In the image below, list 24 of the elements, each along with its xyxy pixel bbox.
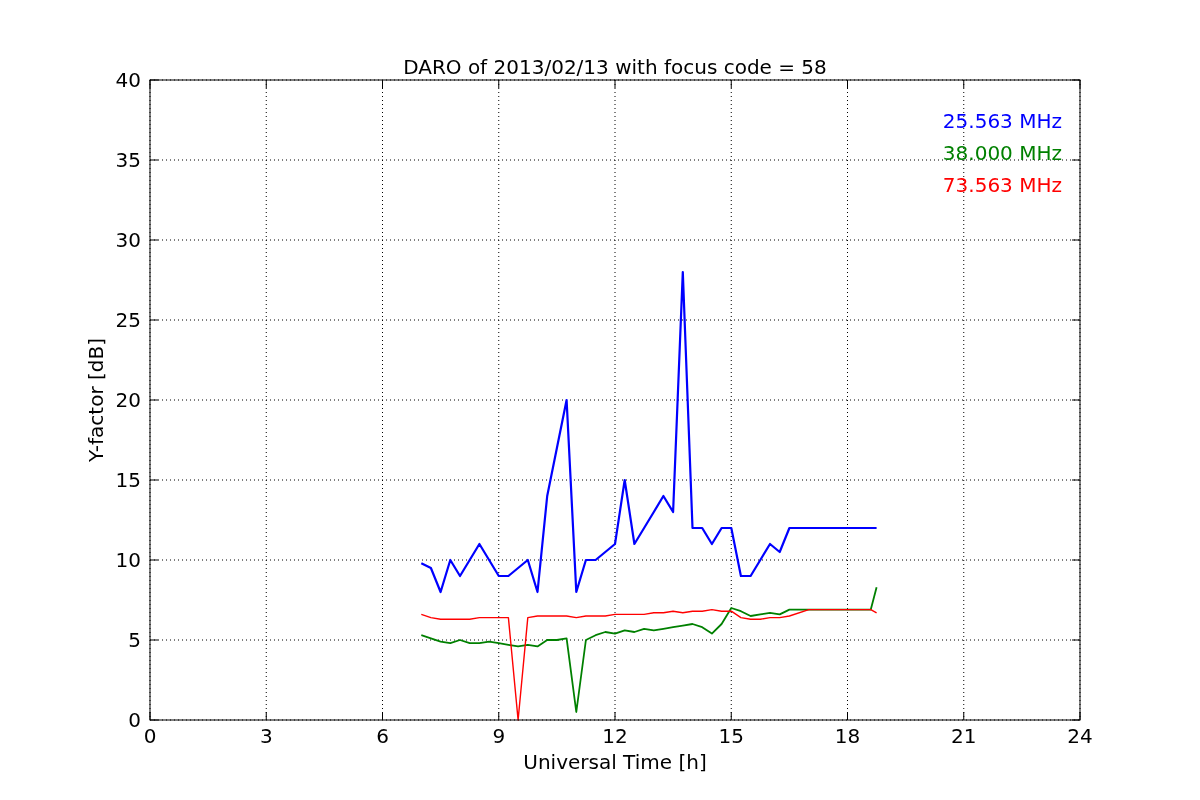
legend-label: 38.000 MHz [942,141,1062,165]
x-tick-label: 3 [259,724,273,748]
x-tick-label: 0 [143,724,157,748]
x-tick-label: 12 [602,724,628,748]
y-tick-label: 25 [115,308,141,332]
y-tick-label: 10 [115,548,141,572]
y-tick-label: 35 [115,148,141,172]
x-tick-label: 9 [492,724,506,748]
chart-title: DARO of 2013/02/13 with focus code = 58 [403,55,827,79]
y-tick-label: 30 [115,228,141,252]
y-tick-label: 5 [128,628,141,652]
y-tick-label: 40 [115,68,141,92]
legend-label: 25.563 MHz [942,109,1062,133]
x-tick-label: 18 [834,724,861,748]
x-axis-label: Universal Time [h] [523,750,707,774]
x-tick-label: 15 [718,724,744,748]
y-axis-label: Y-factor [dB] [84,338,108,462]
y-tick-label: 20 [115,388,141,412]
y-tick-label: 15 [115,468,141,492]
x-tick-label: 6 [376,724,389,748]
legend-label: 73.563 MHz [942,173,1062,197]
y-tick-label: 0 [128,708,141,732]
x-tick-label: 24 [1067,724,1093,748]
x-tick-label: 21 [951,724,977,748]
